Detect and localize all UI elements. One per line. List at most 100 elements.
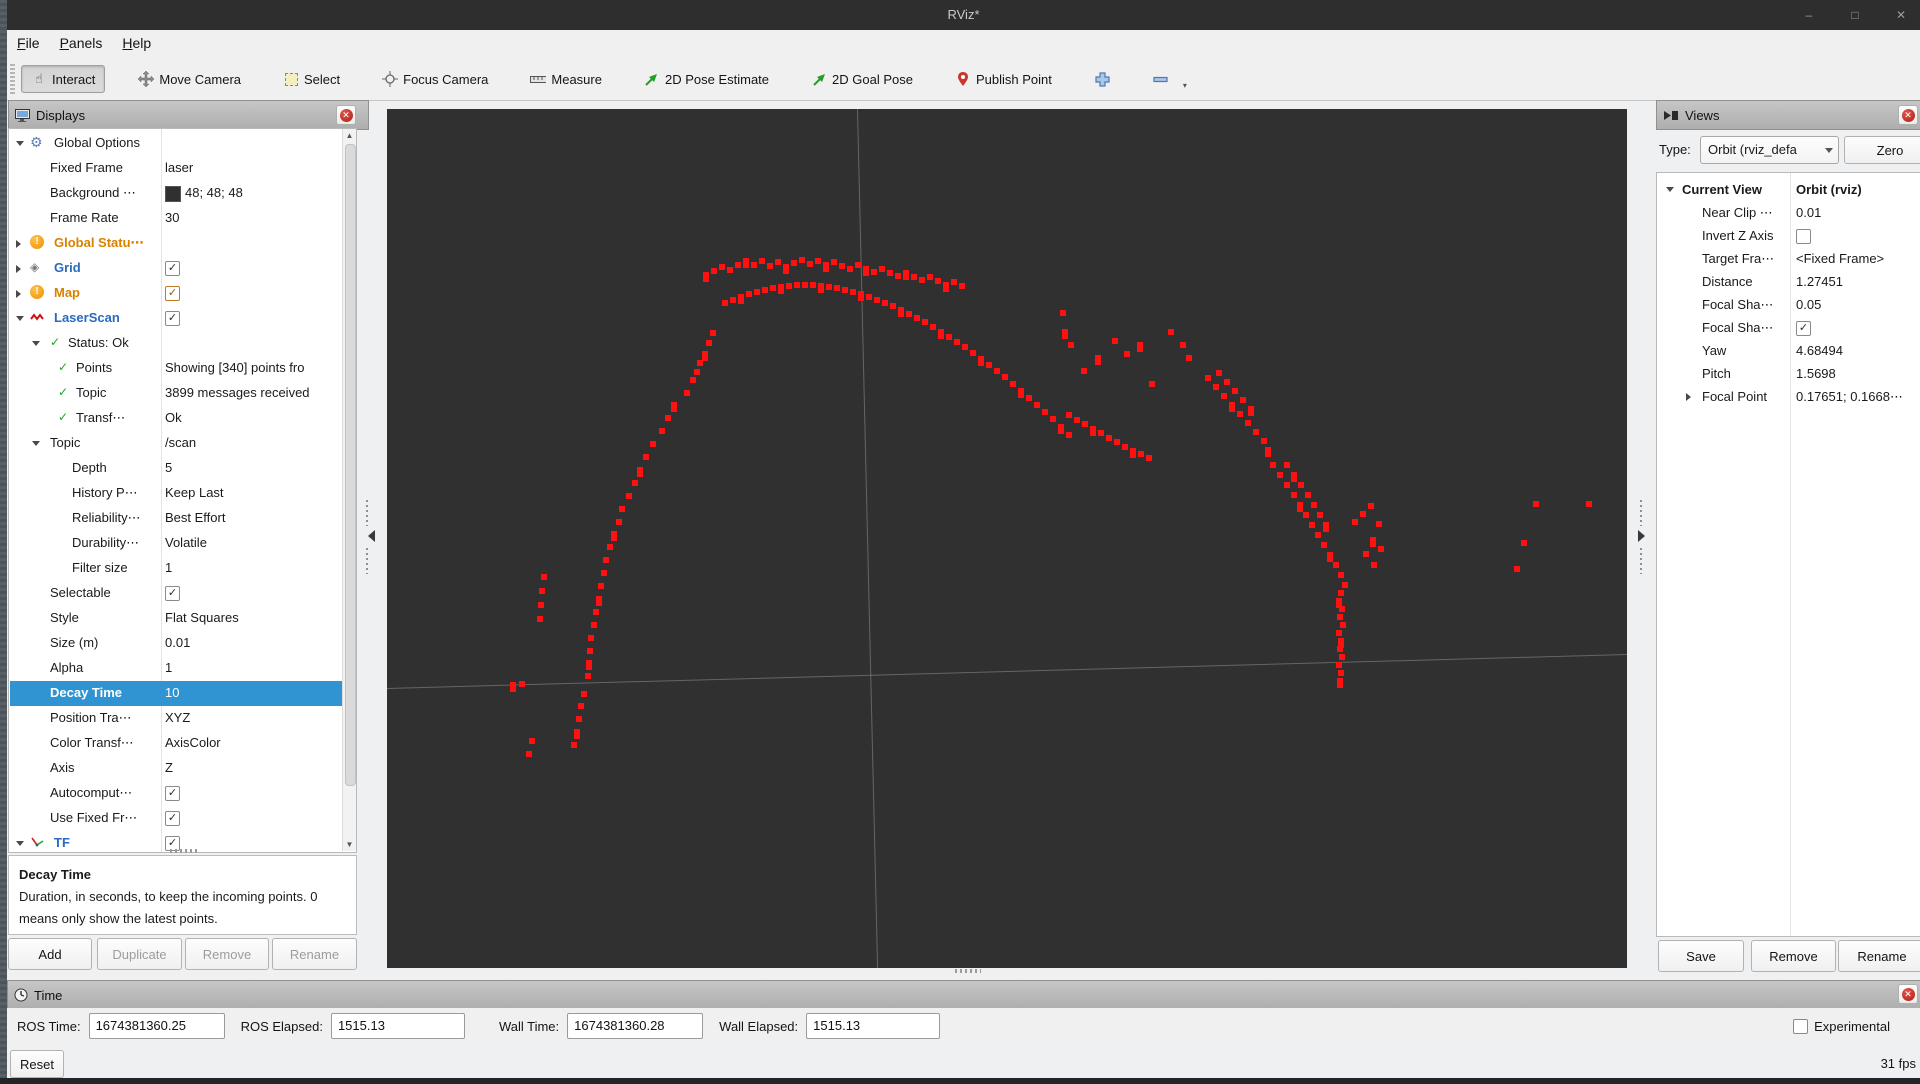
views-row-focal-sha-[interactable]: Focal Sha⋯0.05 <box>1658 294 1920 317</box>
expander-closed-icon[interactable] <box>16 290 21 298</box>
checkbox-unchecked[interactable] <box>1796 229 1811 244</box>
displays-row-use-fixed-fr-[interactable]: Use Fixed Fr⋯✓ <box>10 806 342 831</box>
tool-publish-point[interactable]: Publish Point <box>946 66 1061 92</box>
displays-row-alpha[interactable]: Alpha1 <box>10 656 342 681</box>
checkbox-checked[interactable]: ✓ <box>165 586 180 601</box>
row-value[interactable]: AxisColor <box>165 735 340 750</box>
displays-row-fixed-frame[interactable]: Fixed Framelaser <box>10 156 342 181</box>
time-field-input[interactable]: 1515.13 <box>806 1013 940 1039</box>
expander-closed-icon[interactable] <box>16 240 21 248</box>
time-field-input[interactable]: 1674381360.28 <box>567 1013 703 1039</box>
displays-tree[interactable]: ▲ ▼ ⚙Global OptionsFixed FramelaserBackg… <box>8 128 357 853</box>
displays-row-filter-size[interactable]: Filter size1 <box>10 556 342 581</box>
menu-item-help[interactable]: Help <box>112 30 161 55</box>
displays-row-durability-[interactable]: Durability⋯Volatile <box>10 531 342 556</box>
displays-row-global-options[interactable]: ⚙Global Options <box>10 131 342 156</box>
experimental-option[interactable]: Experimental <box>1793 1019 1890 1034</box>
row-value[interactable]: 30 <box>165 210 340 225</box>
row-value[interactable]: 1.5698 <box>1796 366 1920 381</box>
views-row-invert-z-axis[interactable]: Invert Z Axis <box>1658 225 1920 248</box>
expander-open-icon[interactable] <box>32 441 40 446</box>
row-value[interactable]: Keep Last <box>165 485 340 500</box>
tool-move-camera[interactable]: Move Camera <box>129 66 250 92</box>
displays-close-button[interactable]: ✕ <box>336 105 356 125</box>
views-panel-header[interactable]: Views <box>1656 100 1920 130</box>
collapse-left-icon[interactable] <box>368 530 375 542</box>
time-close-button[interactable]: ✕ <box>1898 984 1918 1004</box>
checkbox-checked[interactable]: ✓ <box>165 311 180 326</box>
save-view-button[interactable]: Save <box>1658 940 1744 972</box>
displays-scrollbar[interactable]: ▲ ▼ <box>342 129 356 851</box>
expander-closed-icon[interactable] <box>1686 393 1691 401</box>
displays-row-color-transf-[interactable]: Color Transf⋯AxisColor <box>10 731 342 756</box>
views-close-button[interactable]: ✕ <box>1898 105 1918 125</box>
scrollbar-thumb[interactable] <box>345 144 356 786</box>
displays-row-grid[interactable]: ◈Grid✓ <box>10 256 342 281</box>
row-value[interactable]: Z <box>165 760 340 775</box>
expander-open-icon[interactable] <box>16 841 24 846</box>
displays-row-size-m-[interactable]: Size (m)0.01 <box>10 631 342 656</box>
displays-row-laserscan[interactable]: LaserScan✓ <box>10 306 342 331</box>
displays-row-points[interactable]: ✓PointsShowing [340] points fro <box>10 356 342 381</box>
row-value[interactable]: 0.01 <box>1796 205 1920 220</box>
row-value[interactable]: Ok <box>165 410 340 425</box>
views-tree[interactable]: Current ViewOrbit (rviz)Near Clip ⋯0.01I… <box>1656 172 1920 937</box>
tool-2d-pose-estimate[interactable]: 2D Pose Estimate <box>635 66 778 92</box>
view-type-combobox[interactable]: Orbit (rviz_defa <box>1700 136 1839 164</box>
color-swatch[interactable] <box>165 186 181 202</box>
displays-row-axis[interactable]: AxisZ <box>10 756 342 781</box>
tool-interact[interactable]: ☝Interact <box>21 65 105 93</box>
row-value[interactable]: <Fixed Frame> <box>1796 251 1920 266</box>
displays-row-reliability-[interactable]: Reliability⋯Best Effort <box>10 506 342 531</box>
views-row-focal-sha-[interactable]: Focal Sha⋯✓ <box>1658 317 1920 340</box>
displays-row-topic[interactable]: Topic/scan <box>10 431 342 456</box>
splitter-handle[interactable] <box>170 849 200 853</box>
displays-row-selectable[interactable]: Selectable✓ <box>10 581 342 606</box>
expander-closed-icon[interactable] <box>16 265 21 273</box>
duplicate-display-button[interactable]: Duplicate <box>97 938 182 970</box>
reset-button[interactable]: Reset <box>10 1050 64 1078</box>
remove-tool-button[interactable] <box>1143 66 1177 92</box>
views-row-target-fra-[interactable]: Target Fra⋯<Fixed Frame> <box>1658 248 1920 271</box>
tool-2d-goal-pose[interactable]: 2D Goal Pose <box>802 66 922 92</box>
displays-row-position-tra-[interactable]: Position Tra⋯XYZ <box>10 706 342 731</box>
views-row-near-clip-[interactable]: Near Clip ⋯0.01 <box>1658 202 1920 225</box>
displays-row-depth[interactable]: Depth5 <box>10 456 342 481</box>
tool-focus-camera[interactable]: Focus Camera <box>373 66 497 92</box>
displays-row-status-ok[interactable]: ✓Status: Ok <box>10 331 342 356</box>
checkbox-checked[interactable]: ✓ <box>165 261 180 276</box>
row-value[interactable]: 0.01 <box>165 635 340 650</box>
time-field-input[interactable]: 1674381360.25 <box>89 1013 225 1039</box>
expander-open-icon[interactable] <box>1666 187 1674 192</box>
displays-row-autocomput-[interactable]: Autocomput⋯✓ <box>10 781 342 806</box>
views-row-current-view[interactable]: Current ViewOrbit (rviz) <box>1658 179 1920 202</box>
row-value[interactable]: Showing [340] points fro <box>165 360 340 375</box>
row-value[interactable]: 1.27451 <box>1796 274 1920 289</box>
expander-open-icon[interactable] <box>32 341 40 346</box>
rename-view-button[interactable]: Rename <box>1838 940 1920 972</box>
add-tool-button[interactable] <box>1085 66 1119 92</box>
tool-select[interactable]: Select <box>274 66 349 92</box>
toolbar-drag-handle[interactable] <box>10 64 15 94</box>
views-row-focal-point[interactable]: Focal Point0.17651; 0.1668⋯ <box>1658 386 1920 409</box>
row-value[interactable]: 3899 messages received <box>165 385 340 400</box>
row-value[interactable]: Best Effort <box>165 510 340 525</box>
row-value[interactable]: 4.68494 <box>1796 343 1920 358</box>
menu-item-panels[interactable]: Panels <box>50 30 113 55</box>
viewport-splitter-handle[interactable] <box>955 969 981 973</box>
experimental-checkbox[interactable] <box>1793 1019 1808 1034</box>
row-value[interactable]: 10 <box>165 685 340 700</box>
views-row-pitch[interactable]: Pitch1.5698 <box>1658 363 1920 386</box>
scroll-down-icon[interactable]: ▼ <box>343 838 356 851</box>
zero-button[interactable]: Zero <box>1844 136 1920 164</box>
displays-row-global-statu-[interactable]: !Global Statu⋯ <box>10 231 342 256</box>
row-value[interactable]: laser <box>165 160 340 175</box>
displays-row-style[interactable]: StyleFlat Squares <box>10 606 342 631</box>
expander-open-icon[interactable] <box>16 141 24 146</box>
displays-row-decay-time[interactable]: Decay Time10 <box>10 681 342 706</box>
close-icon[interactable]: ✕ <box>1894 8 1908 22</box>
displays-row-topic[interactable]: ✓Topic3899 messages received <box>10 381 342 406</box>
displays-row-transf-[interactable]: ✓Transf⋯Ok <box>10 406 342 431</box>
time-field-input[interactable]: 1515.13 <box>331 1013 465 1039</box>
checkbox-checked[interactable]: ✓ <box>165 786 180 801</box>
